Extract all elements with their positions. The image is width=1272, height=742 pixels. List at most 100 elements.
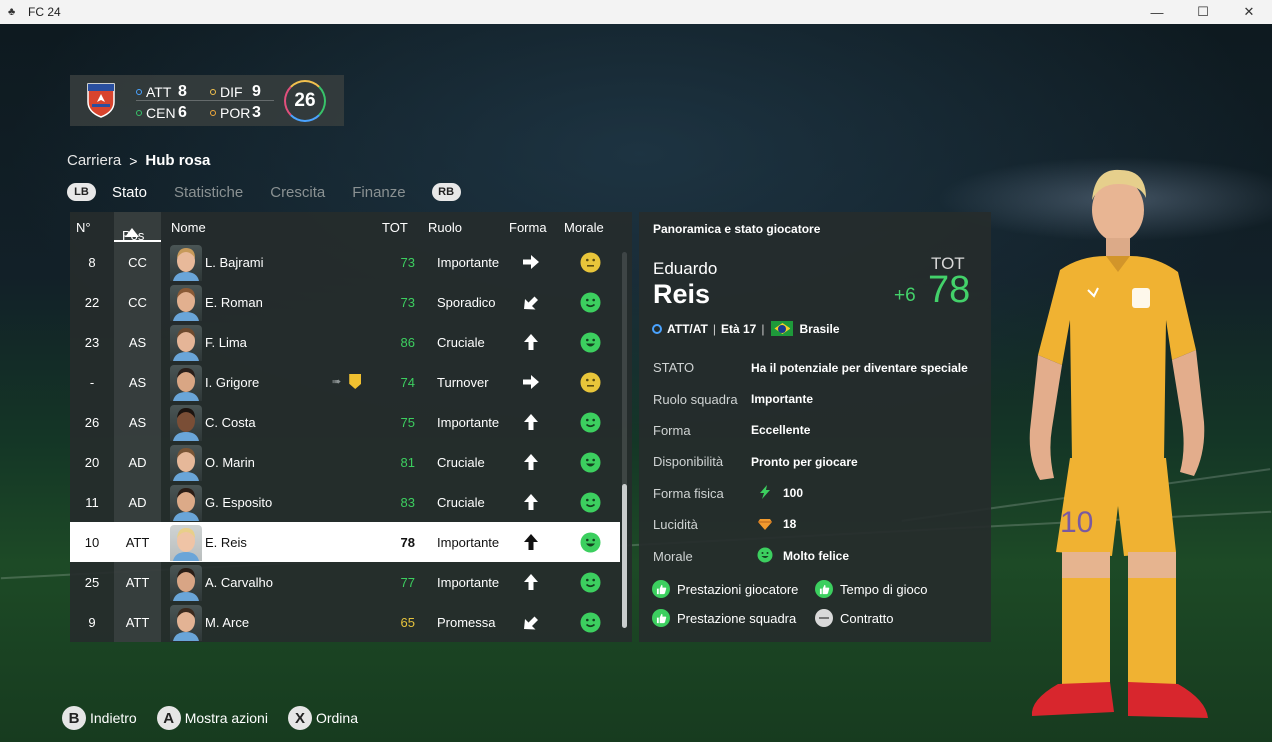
controller-hints: B Indietro A Mostra azioni X Ordina <box>62 706 378 730</box>
player-number: 26 <box>84 415 100 430</box>
arrow-right-icon: ➠ <box>332 376 342 388</box>
stat-label-fitness: Forma fisica <box>653 486 724 501</box>
player-tot: 73 <box>400 295 415 310</box>
minimize-button[interactable]: — <box>1134 0 1180 24</box>
table-row[interactable]: 8 CC L. Bajrami 73 Importante <box>70 242 620 282</box>
header-num[interactable]: N° <box>76 220 91 235</box>
thumbs-up-icon <box>815 580 833 598</box>
form-arrow-down-left-icon <box>521 612 541 632</box>
player-number: 8 <box>88 255 96 270</box>
player-tot: 65 <box>400 615 415 630</box>
player-tot: 75 <box>400 415 415 430</box>
player-number: 20 <box>84 455 100 470</box>
b-button-icon: B <box>62 706 86 730</box>
player-role: Importante <box>437 255 500 270</box>
close-button[interactable]: ✕ <box>1226 0 1272 24</box>
rb-bumper-icon[interactable]: RB <box>431 183 461 201</box>
player-info-line: ATT/AT | Età 17 | Brasile <box>652 321 840 336</box>
thumbs-up-icon <box>652 609 670 627</box>
player-name: E. Reis <box>205 535 247 550</box>
diamond-icon <box>758 519 772 530</box>
player-position: CC <box>128 255 147 270</box>
header-name[interactable]: Nome <box>171 220 206 235</box>
shorts-number: 10 <box>1060 506 1093 539</box>
player-tot: 81 <box>400 455 415 470</box>
table-row[interactable]: 10 ATT E. Reis 78 Importante <box>70 522 620 562</box>
player-face-icon <box>170 565 202 601</box>
position-dot-icon <box>652 323 662 334</box>
player-name: C. Costa <box>205 415 256 430</box>
player-position: ATT <box>125 535 150 550</box>
panel-title: Panoramica e stato giocatore <box>653 222 821 236</box>
breadcrumb-parent[interactable]: Carriera <box>67 152 121 169</box>
table-body: 8 CC L. Bajrami 73 Importante 22 CC E. Roman 73 S… <box>70 242 620 642</box>
stat-label-disponibilita: Disponibilità <box>653 454 724 469</box>
player-role: Turnover <box>437 375 489 390</box>
maximize-button[interactable]: ☐ <box>1180 0 1226 24</box>
player-face-icon <box>170 405 202 441</box>
player-name: L. Bajrami <box>205 255 264 270</box>
sort-button[interactable]: X Ordina <box>287 706 358 730</box>
player-name: I. Grigore <box>205 375 260 390</box>
header-form[interactable]: Forma <box>509 220 547 235</box>
fitness-value: 100 <box>783 486 804 500</box>
sort-ascending-icon <box>125 228 139 237</box>
morale-very-happy-face-icon <box>580 332 601 353</box>
header-morale[interactable]: Morale <box>564 220 604 235</box>
table-row[interactable]: 20 AD O. Marin 81 Cruciale <box>70 442 620 482</box>
morale-happy-face-icon <box>580 612 601 633</box>
chevron-right-icon: > <box>129 152 138 169</box>
por-dot-icon <box>210 110 216 116</box>
table-row[interactable]: 11 AD G. Esposito 83 Cruciale <box>70 482 620 522</box>
player-name: A. Carvalho <box>205 575 273 590</box>
stat-value-forma: Eccellente <box>751 423 811 437</box>
morale-happy-face-icon <box>580 572 601 593</box>
morale-happy-face-icon <box>580 492 601 513</box>
form-arrow-up-icon <box>521 452 541 472</box>
back-button[interactable]: B Indietro <box>62 706 137 730</box>
table-row[interactable]: 23 AS F. Lima 86 Cruciale <box>70 322 620 362</box>
table-row[interactable]: 25 ATT A. Carvalho 77 Importante <box>70 562 620 602</box>
stat-label-ruolo: Ruolo squadra <box>653 392 738 407</box>
player-number: 10 <box>84 535 100 550</box>
lb-bumper-icon[interactable]: LB <box>67 183 96 201</box>
scrollbar-thumb[interactable] <box>622 484 627 628</box>
form-arrow-up-icon <box>521 492 541 512</box>
player-role: Promessa <box>437 615 496 630</box>
stat-value-stato: Ha il potenziale per diventare speciale <box>751 361 968 375</box>
player-first-name: Eduardo <box>653 259 718 278</box>
window-titlebar: ♣ FC 24 — ☐ ✕ <box>0 0 1272 24</box>
x-button-icon: X <box>287 706 312 730</box>
player-position: AS <box>128 375 147 390</box>
player-number: - <box>89 375 95 390</box>
tab-finanze[interactable]: Finanze <box>352 184 405 201</box>
dif-count: DIF 9 <box>210 83 261 101</box>
form-arrow-up-icon <box>521 412 541 432</box>
player-role: Cruciale <box>437 495 485 510</box>
header-role[interactable]: Ruolo <box>428 220 462 235</box>
tab-statistiche[interactable]: Statistiche <box>174 184 243 201</box>
breadcrumb-current: Hub rosa <box>145 152 211 169</box>
table-row[interactable]: 22 CC E. Roman 73 Sporadico <box>70 282 620 322</box>
att-count: ATT 8 <box>136 83 187 101</box>
factor-player-performance: Prestazioni giocatore <box>652 580 798 598</box>
show-actions-button[interactable]: A Mostra azioni <box>156 706 268 730</box>
sharpness-value: 18 <box>783 517 797 531</box>
form-arrow-up-icon <box>521 332 541 352</box>
player-number: 11 <box>85 495 99 510</box>
tab-crescita[interactable]: Crescita <box>270 184 325 201</box>
tab-stato[interactable]: Stato <box>112 184 147 201</box>
table-row[interactable]: - AS I. Grigore ➠ 74 Turnover <box>70 362 620 402</box>
header-tot[interactable]: TOT <box>382 220 408 235</box>
player-role: Sporadico <box>437 295 496 310</box>
table-row[interactable]: 9 ATT M. Arce 65 Promessa <box>70 602 620 642</box>
table-row[interactable]: 26 AS C. Costa 75 Importante <box>70 402 620 442</box>
dif-dot-icon <box>210 89 216 95</box>
player-name: F. Lima <box>205 335 247 350</box>
player-position: AS <box>128 335 147 350</box>
tot-boost: +6 <box>894 285 916 306</box>
tot-value: 78 <box>928 269 971 311</box>
player-position: AD <box>128 455 147 470</box>
club-summary: ATT 8 DIF 9 CEN 6 POR 3 26 <box>70 75 344 126</box>
morale-value: Molto felice <box>783 549 850 563</box>
